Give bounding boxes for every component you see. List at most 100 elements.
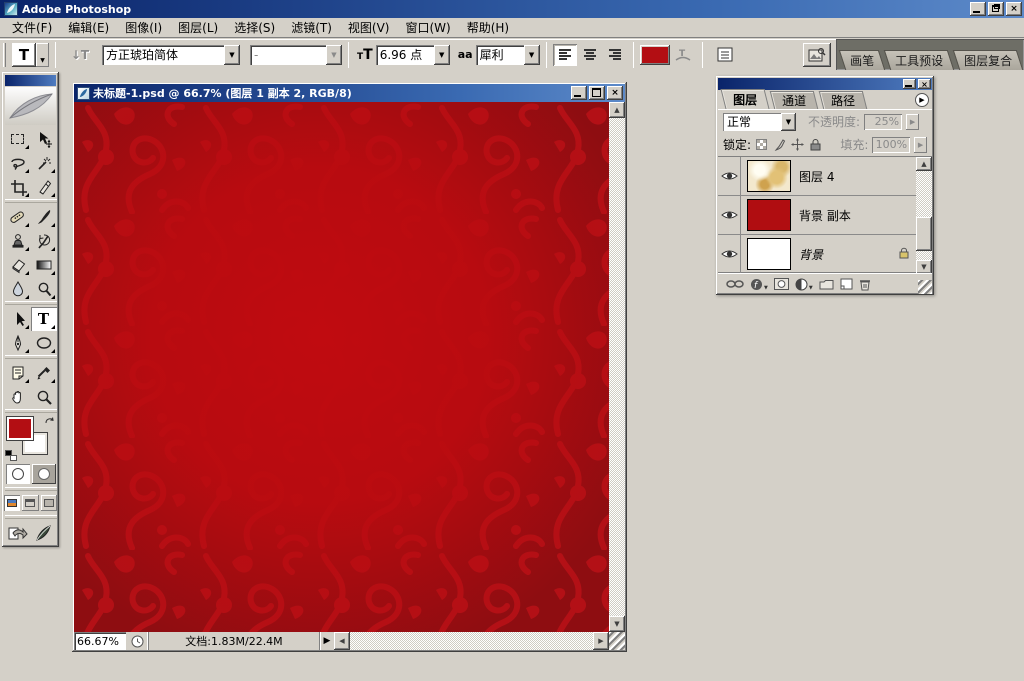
layer-row-3[interactable]: 背景: [718, 235, 917, 274]
standard-screen-button[interactable]: [4, 495, 20, 511]
hand-tool[interactable]: [5, 385, 31, 409]
fill-slider-arrow[interactable]: ▶: [914, 137, 927, 153]
well-tab-layer-comps[interactable]: 图层复合: [953, 50, 1024, 70]
menu-view[interactable]: 视图(V): [340, 17, 398, 38]
lasso-tool[interactable]: [5, 151, 31, 175]
layer-thumbnail[interactable]: [747, 238, 791, 270]
lock-transparency-icon[interactable]: [755, 138, 769, 151]
text-orientation-button[interactable]: ↓T: [68, 44, 92, 66]
scroll-up-button[interactable]: ▲: [609, 102, 625, 118]
text-color-swatch[interactable]: [640, 45, 670, 65]
tab-layers[interactable]: 图层: [721, 89, 770, 109]
document-titlebar[interactable]: 未标题-1.psd @ 66.7% (图层 1 副本 2, RGB/8) ×: [74, 84, 625, 102]
menu-help[interactable]: 帮助(H): [459, 17, 517, 38]
default-colors-icon[interactable]: [5, 450, 17, 461]
new-layer-button[interactable]: [840, 278, 853, 290]
doc-minimize-button[interactable]: [571, 86, 587, 100]
crop-tool[interactable]: [5, 175, 31, 199]
menu-select[interactable]: 选择(S): [226, 17, 283, 38]
layer-thumbnail[interactable]: [747, 199, 791, 231]
delete-layer-button[interactable]: [859, 278, 871, 291]
app-titlebar[interactable]: Adobe Photoshop ×: [0, 0, 1024, 18]
new-group-button[interactable]: [819, 279, 834, 290]
layers-scroll-thumb[interactable]: [916, 217, 932, 251]
vertical-scrollbar[interactable]: ▲ ▼: [609, 102, 625, 632]
scroll-right-button[interactable]: ▶: [593, 632, 609, 650]
layer-thumbnail[interactable]: [747, 160, 791, 192]
anti-alias-dropdown[interactable]: 犀利 ▼: [476, 45, 540, 65]
doc-close-button[interactable]: ×: [607, 86, 623, 100]
options-bar-grip[interactable]: [3, 43, 6, 67]
blur-tool[interactable]: [5, 277, 31, 301]
adjustment-layer-button[interactable]: ▼: [795, 278, 813, 291]
notes-tool[interactable]: [5, 361, 31, 385]
horizontal-scroll-track[interactable]: [350, 632, 593, 650]
vertical-scroll-track[interactable]: [609, 118, 625, 616]
doc-maximize-button[interactable]: [589, 86, 605, 100]
jump-arrow-button[interactable]: [7, 523, 29, 543]
clone-stamp-tool[interactable]: [5, 229, 31, 253]
tool-preset-dropdown-arrow[interactable]: ▼: [36, 43, 49, 67]
align-left-button[interactable]: [553, 44, 577, 66]
palette-close-button[interactable]: ×: [918, 79, 931, 89]
toolbox-titlebar[interactable]: [5, 75, 56, 86]
font-size-dropdown[interactable]: 6.96 点 ▼: [376, 45, 450, 65]
foreground-color-swatch[interactable]: [7, 417, 33, 440]
menu-layer[interactable]: 图层(L): [170, 17, 226, 38]
document-size-status[interactable]: 文档:1.83M/22.4M: [148, 632, 320, 650]
layer-row-2[interactable]: 背景 副本: [718, 196, 917, 235]
tab-channels[interactable]: 通道: [770, 91, 819, 109]
scroll-down-button[interactable]: ▼: [609, 616, 625, 632]
minimize-button[interactable]: [970, 2, 986, 16]
layers-scroll-up[interactable]: ▲: [916, 157, 932, 171]
lock-position-icon[interactable]: [791, 138, 805, 151]
layer-row-1[interactable]: 图层 4: [718, 157, 917, 196]
fill-value[interactable]: 100%: [872, 137, 910, 153]
lock-all-icon[interactable]: [809, 138, 823, 151]
rectangular-marquee-tool[interactable]: [5, 127, 31, 151]
opacity-value[interactable]: 25%: [864, 114, 902, 130]
canvas[interactable]: [74, 102, 609, 632]
path-selection-tool[interactable]: [5, 307, 31, 331]
file-browser-button[interactable]: [803, 43, 831, 67]
layers-scroll-down[interactable]: ▼: [916, 260, 932, 274]
menu-filter[interactable]: 滤镜(T): [283, 17, 340, 38]
status-expand-arrow[interactable]: ▶: [320, 632, 334, 650]
slice-tool[interactable]: [31, 175, 57, 199]
timer-icon-button[interactable]: [126, 632, 148, 650]
visibility-toggle[interactable]: [718, 157, 741, 196]
menu-image[interactable]: 图像(I): [117, 17, 170, 38]
history-brush-tool[interactable]: [31, 229, 57, 253]
brush-tool[interactable]: [31, 205, 57, 229]
restore-button[interactable]: [988, 2, 1004, 16]
layer-name[interactable]: 背景 副本: [799, 207, 917, 224]
eraser-tool[interactable]: [5, 253, 31, 277]
tab-paths[interactable]: 路径: [819, 91, 868, 109]
visibility-toggle[interactable]: [718, 196, 741, 235]
blend-mode-dropdown[interactable]: 正常 ▼: [723, 113, 796, 131]
toolbox-logo-button[interactable]: [5, 87, 56, 125]
magic-wand-tool[interactable]: [31, 151, 57, 175]
palette-menu-button[interactable]: ▶: [915, 93, 929, 107]
shape-tool[interactable]: [31, 331, 57, 355]
scroll-left-button[interactable]: ◀: [334, 632, 350, 650]
fullscreen-menubar-button[interactable]: [22, 495, 38, 511]
palettes-button[interactable]: [713, 45, 737, 65]
opacity-slider-arrow[interactable]: ▶: [906, 114, 919, 130]
align-right-button[interactable]: [603, 44, 627, 66]
font-size-arrow[interactable]: ▼: [434, 45, 450, 65]
link-layers-icon[interactable]: [726, 279, 744, 289]
pen-tool[interactable]: [5, 331, 31, 355]
window-resize-grip[interactable]: [609, 632, 625, 650]
imageready-icon-button[interactable]: [33, 523, 55, 543]
menu-file[interactable]: 文件(F): [4, 17, 60, 38]
close-button[interactable]: ×: [1006, 2, 1022, 16]
zoom-tool[interactable]: [31, 385, 57, 409]
move-tool[interactable]: [31, 127, 57, 151]
align-center-button[interactable]: [578, 44, 602, 66]
zoom-percentage-field[interactable]: 66.67%: [74, 632, 126, 650]
palette-resize-grip[interactable]: [918, 280, 932, 294]
anti-alias-arrow[interactable]: ▼: [524, 45, 540, 65]
well-tab-tool-presets[interactable]: 工具预设: [884, 50, 955, 70]
healing-brush-tool[interactable]: [5, 205, 31, 229]
